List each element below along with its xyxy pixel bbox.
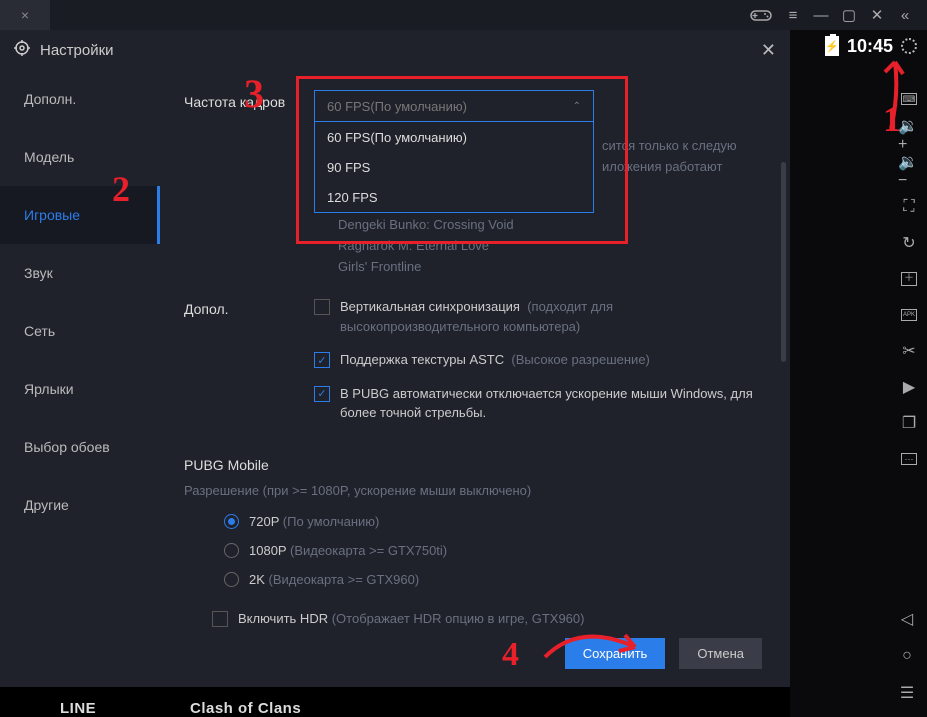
fps-note: сится только к следую иложения работают xyxy=(602,136,737,178)
fps-label: Частота кадров xyxy=(184,90,314,277)
sidebar-item-sound[interactable]: Звук xyxy=(0,244,160,302)
fullscreen-icon[interactable]: ⛶ xyxy=(898,198,920,216)
res-1080-radio[interactable] xyxy=(224,543,239,558)
sidebar-item-label: Сеть xyxy=(24,323,55,339)
cancel-button[interactable]: Отмена xyxy=(679,638,762,669)
settings-content: Частота кадров 60 FPS(По умолчанию) ⌃ 60… xyxy=(160,70,790,687)
play-icon[interactable]: ▶ xyxy=(898,378,920,396)
hdr-checkbox[interactable] xyxy=(212,611,228,627)
emulator-nav: ◁ ○ ☰ xyxy=(889,609,925,703)
fps-dropdown[interactable]: 60 FPS(По умолчанию) ⌃ 60 FPS(По умолчан… xyxy=(314,90,594,213)
sidebar-item-model[interactable]: Модель xyxy=(0,128,160,186)
res-2k-radio[interactable] xyxy=(224,572,239,587)
emulator-tabbar: × ≡ — ▢ ✕ « xyxy=(0,0,927,30)
sidebar-item-label: Дополн. xyxy=(24,91,76,107)
bg-app-label-2: Clash of Clans xyxy=(190,700,301,717)
volume-down-icon[interactable]: 🔉− xyxy=(898,162,920,180)
fps-dropdown-list: 60 FPS(По умолчанию) 90 FPS 120 FPS xyxy=(314,122,594,213)
scissors-icon[interactable]: ✂ xyxy=(898,342,920,360)
res-2k-label: 2K (Видеокарта >= GTX960) xyxy=(249,572,419,587)
vsync-text: Вертикальная синхронизация (подходит для… xyxy=(340,297,762,336)
sidebar-item-label: Игровые xyxy=(24,207,80,223)
sidebar-item-extra[interactable]: Дополн. xyxy=(0,70,160,128)
recent-icon[interactable]: ☰ xyxy=(900,683,914,703)
sidebar-item-shortcuts[interactable]: Ярлыки xyxy=(0,360,160,418)
res-720-label: 720P (По умолчанию) xyxy=(249,514,379,529)
sidebar-item-game[interactable]: Игровые xyxy=(0,186,160,244)
clock-time: 10:45 xyxy=(847,36,893,57)
fps-option-120[interactable]: 120 FPS xyxy=(315,182,593,212)
content-scrollbar[interactable] xyxy=(781,162,786,662)
more-icon[interactable]: ⋯ xyxy=(898,450,920,468)
window-controls: ≡ — ▢ ✕ « xyxy=(747,1,927,29)
res-1080-label: 1080P (Видеокарта >= GTX750ti) xyxy=(249,543,447,558)
sidebar-item-network[interactable]: Сеть xyxy=(0,302,160,360)
close-icon: × xyxy=(21,7,29,23)
maximize-icon[interactable]: ▢ xyxy=(835,1,863,29)
sidebar-item-label: Ярлыки xyxy=(24,381,74,397)
apk-icon[interactable]: APK xyxy=(898,306,920,324)
sidebar-item-label: Выбор обоев xyxy=(24,439,110,455)
fps-dropdown-head[interactable]: 60 FPS(По умолчанию) ⌃ xyxy=(314,90,594,122)
sidebar-item-label: Звук xyxy=(24,265,53,281)
emulator-right-strip: ⚡ 10:45 ⌨ 🔉+ 🔉− ⛶ ↻ ＋ APK ✂ ▶ ❐ ⋯ ◁ ○ ☰ xyxy=(790,30,927,717)
save-button[interactable]: Сохранить xyxy=(565,638,666,669)
home-icon[interactable]: ○ xyxy=(902,647,912,665)
chevron-up-icon: ⌃ xyxy=(573,101,581,112)
loading-ring-icon xyxy=(901,38,917,54)
extra-label: Допол. xyxy=(184,297,314,437)
sidebar-item-other[interactable]: Другие xyxy=(0,476,160,534)
sidebar-item-label: Другие xyxy=(24,497,69,513)
settings-titlebar: Настройки ✕ xyxy=(0,30,790,70)
ghost-game: Dengeki Bunko: Crossing Void xyxy=(338,215,762,236)
settings-sidebar: Дополн. Модель Игровые Звук Сеть Ярлыки … xyxy=(0,70,160,687)
fps-option-90[interactable]: 90 FPS xyxy=(315,152,593,182)
pubg-res-hint: Разрешение (при >= 1080P, ускорение мыши… xyxy=(184,483,762,498)
hdr-text: Включить HDR (Отображает HDR опцию в игр… xyxy=(238,609,584,629)
multi-window-icon[interactable]: ❐ xyxy=(898,414,920,432)
tab-close[interactable]: × xyxy=(0,0,50,30)
res-720-radio[interactable] xyxy=(224,514,239,529)
minimize-icon[interactable]: — xyxy=(807,1,835,29)
gamepad-icon[interactable] xyxy=(747,1,775,29)
astc-checkbox[interactable]: ✓ xyxy=(314,352,330,368)
ghost-game: Ragnarok M: Eternal Love xyxy=(338,236,762,257)
battery-icon: ⚡ xyxy=(825,36,839,56)
volume-up-icon[interactable]: 🔉+ xyxy=(898,126,920,144)
fps-option-60[interactable]: 60 FPS(По умолчанию) xyxy=(315,122,593,152)
dialog-footer: Сохранить Отмена xyxy=(565,638,762,669)
settings-window: Настройки ✕ Дополн. Модель Игровые Звук … xyxy=(0,30,790,687)
settings-close-icon[interactable]: ✕ xyxy=(761,40,776,61)
add-window-icon[interactable]: ＋ xyxy=(898,270,920,288)
pubg-mouse-checkbox[interactable]: ✓ xyxy=(314,386,330,402)
pubg-mouse-text: В PUBG автоматически отключается ускорен… xyxy=(340,384,762,423)
astc-text: Поддержка текстуры ASTC (Высокое разреше… xyxy=(340,350,650,370)
collapse-icon[interactable]: « xyxy=(891,1,919,29)
fps-selected: 60 FPS(По умолчанию) xyxy=(327,99,467,114)
sidebar-item-label: Модель xyxy=(24,149,74,165)
pubg-title: PUBG Mobile xyxy=(184,457,762,473)
window-close-icon[interactable]: ✕ xyxy=(863,1,891,29)
gear-icon xyxy=(14,40,30,61)
sidebar-item-wallpaper[interactable]: Выбор обоев xyxy=(0,418,160,476)
back-icon[interactable]: ◁ xyxy=(901,609,913,629)
bg-app-label-1: LINE xyxy=(60,700,96,717)
menu-icon[interactable]: ≡ xyxy=(779,1,807,29)
ghost-game: Girls' Frontline xyxy=(338,257,762,278)
rotate-icon[interactable]: ↻ xyxy=(898,234,920,252)
keyboard-icon[interactable]: ⌨ xyxy=(898,90,920,108)
android-statusbar: ⚡ 10:45 xyxy=(790,30,927,62)
settings-title: Настройки xyxy=(40,42,114,59)
emulator-toolbar: ⌨ 🔉+ 🔉− ⛶ ↻ ＋ APK ✂ ▶ ❐ ⋯ xyxy=(891,90,927,468)
vsync-checkbox[interactable] xyxy=(314,299,330,315)
